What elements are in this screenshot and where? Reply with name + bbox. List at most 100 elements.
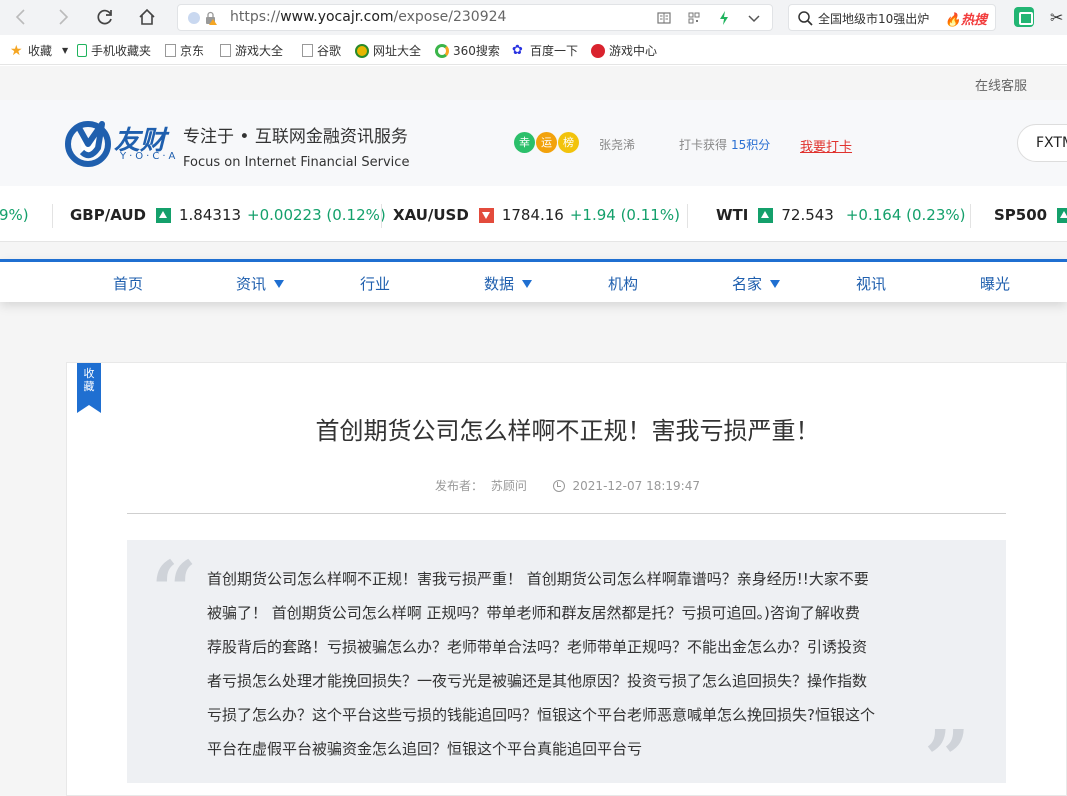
- bookmark-jd[interactable]: 京东: [165, 42, 204, 59]
- lightning-icon[interactable]: [716, 10, 732, 26]
- url-text[interactable]: https://www.yocajr.com/expose/230924: [230, 9, 506, 25]
- article-title: 首创期货公司怎么样啊不正规！害我亏损严重！: [315, 417, 820, 445]
- url-scheme: https://: [230, 9, 281, 25]
- author-name: 苏顾问: [490, 479, 527, 493]
- reader-mode-icon[interactable]: [656, 10, 672, 26]
- dropdown-caret-icon[interactable]: ▼: [62, 46, 68, 55]
- bookmark-label: 游戏大全: [235, 44, 284, 58]
- browser-search-box[interactable]: 全国地级市10强出炉 🔥热搜: [788, 4, 996, 31]
- down-arrow-icon: [478, 207, 494, 223]
- bookmark-label: 手机收藏夹: [91, 44, 152, 58]
- lucky-char: 幸: [514, 132, 535, 153]
- ticker-item[interactable]: GBP/AUD 1.84313 +0.00223 (0.12%): [70, 206, 386, 224]
- ticker-change: +0.164 (0.23%): [845, 206, 966, 224]
- chevron-down-icon[interactable]: [746, 10, 762, 26]
- lucky-ranking-badge[interactable]: 幸 运 榜: [514, 132, 580, 153]
- ticker-price: 1.84313: [179, 206, 242, 224]
- checkin-info: 打卡获得 15积分: [679, 136, 770, 153]
- forward-icon[interactable]: [50, 4, 76, 30]
- nav-label: 视讯: [856, 275, 887, 293]
- favorite-badge[interactable]: 收藏: [77, 363, 101, 413]
- nav-data[interactable]: 数据: [484, 273, 533, 294]
- search-icon: [798, 11, 813, 26]
- yoca-logo-icon: [65, 121, 111, 167]
- summary-line: 者亏损怎么处理才能挽回损失？一夜亏光是被骗还是其他原因？投资亏损了怎么追回损失？…: [207, 672, 868, 690]
- ticker-item[interactable]: SP500: [994, 206, 1067, 224]
- extension-book-icon[interactable]: [1014, 7, 1034, 27]
- publish-datetime: 2021-12-07 18:19:47: [572, 479, 700, 493]
- bookmark-hao[interactable]: 网址大全: [355, 42, 421, 59]
- bookmark-game-center[interactable]: 游戏中心: [591, 42, 657, 59]
- qr-code-icon[interactable]: [686, 10, 702, 26]
- ticker-divider: [970, 204, 971, 228]
- page-viewport: 在线客服 友财 Y·O·C·A 专注于 • 互联网金融资讯服务 Focus on…: [0, 66, 1067, 796]
- nav-institutions[interactable]: 机构: [608, 273, 638, 294]
- nav-exposure[interactable]: 曝光: [980, 273, 1010, 294]
- nav-label: 名家: [732, 275, 763, 293]
- baidu-paw-icon: ✿: [512, 42, 523, 58]
- online-service-link[interactable]: 在线客服: [975, 75, 1027, 94]
- caret-down-icon: [770, 279, 781, 288]
- author-label: 发布者：: [435, 479, 484, 493]
- bookmark-label: 360搜索: [453, 44, 500, 58]
- nav-industry[interactable]: 行业: [360, 273, 390, 294]
- hao-logo-icon: [355, 43, 369, 58]
- site-logo[interactable]: 友财 Y·O·C·A: [64, 116, 175, 170]
- bookmark-label: 京东: [180, 44, 205, 58]
- nav-experts[interactable]: 名家: [732, 273, 781, 294]
- nav-label: 首页: [113, 275, 144, 293]
- home-icon[interactable]: [134, 4, 160, 30]
- page-icon: [220, 44, 231, 57]
- bookmark-label: 谷歌: [317, 44, 342, 58]
- site-info-icon[interactable]: [188, 12, 200, 24]
- logo-text-en: Y·O·C·A: [120, 151, 179, 162]
- summary-line: 亏损了怎么办？这个平台这些亏损的钱能追回吗？恒银这个平台老师恶意喊单怎么挽回损失…: [207, 706, 875, 724]
- fxtm-button[interactable]: FXTM: [1017, 124, 1067, 162]
- hot-search-label: 热搜: [960, 13, 987, 28]
- nav-video[interactable]: 视讯: [856, 273, 886, 294]
- bookmark-mobile-favorites[interactable]: 手机收藏夹: [77, 42, 151, 59]
- url-domain: www.yocajr.com: [280, 9, 394, 25]
- ticker-symbol: SP500: [994, 206, 1048, 224]
- bookmark-google[interactable]: 谷歌: [302, 42, 341, 59]
- ticker-price: 1784.16: [501, 206, 564, 224]
- article-card: 收藏 首创期货公司怎么样啊不正规！害我亏损严重！ 发布者： 苏顾问 2021-1…: [66, 362, 1067, 796]
- warning-lock-icon[interactable]: [204, 11, 218, 25]
- game-center-icon: [591, 43, 605, 58]
- caret-down-icon: [522, 279, 533, 288]
- bookmark-favorites[interactable]: ★ 收藏 ▼: [10, 42, 68, 59]
- checkin-points[interactable]: 15积分: [731, 138, 770, 152]
- page-icon: [165, 44, 176, 57]
- bookmark-baidu[interactable]: ✿ 百度一下: [512, 42, 578, 59]
- ticker-symbol: GBP/AUD: [70, 206, 146, 224]
- summary-line: 被骗了！ 首创期货公司怎么样啊 正规吗？带单老师和群友居然都是托？亏损可追回。)…: [207, 604, 860, 622]
- browser-toolbar: https://www.yocajr.com/expose/230924 全国地…: [0, 0, 1067, 35]
- ticker-item[interactable]: WTI 72.543 +0.164 (0.23%): [716, 206, 966, 224]
- nav-label: 曝光: [980, 275, 1011, 293]
- user-name[interactable]: 张尧浠: [599, 136, 635, 153]
- tagline-cn: 专注于 • 互联网金融资讯服务: [183, 127, 408, 147]
- ticker-item[interactable]: XAU/USD 1784.16 +1.94 (0.11%): [393, 206, 680, 224]
- bookmark-360search[interactable]: 360搜索: [435, 42, 500, 59]
- scissors-icon[interactable]: ✂: [1050, 8, 1067, 27]
- 360-logo-icon: [435, 43, 449, 58]
- bookmark-games[interactable]: 游戏大全: [220, 42, 283, 59]
- flame-icon: 🔥: [944, 13, 961, 28]
- address-bar[interactable]: https://www.yocajr.com/expose/230924: [177, 4, 773, 31]
- reload-icon[interactable]: [92, 4, 118, 30]
- nav-label: 机构: [608, 275, 639, 293]
- hot-search-badge[interactable]: 🔥热搜: [941, 9, 987, 28]
- nav-label: 资讯: [236, 275, 267, 293]
- lucky-char: 运: [536, 132, 557, 153]
- ticker-partial-change: 9%): [0, 206, 29, 224]
- top-strip: 在线客服: [0, 66, 1067, 100]
- nav-news[interactable]: 资讯: [236, 273, 285, 294]
- ticker-price: 72.543: [781, 206, 834, 224]
- search-query-text[interactable]: 全国地级市10强出炉: [818, 10, 938, 27]
- price-ticker: 9%) GBP/AUD 1.84313 +0.00223 (0.12%) XAU…: [0, 186, 1067, 242]
- nav-home[interactable]: 首页: [113, 273, 143, 294]
- back-icon[interactable]: [8, 4, 34, 30]
- checkin-link[interactable]: 我要打卡: [800, 136, 852, 155]
- site-tagline: 专注于 • 互联网金融资讯服务 Focus on Internet Financ…: [183, 122, 409, 170]
- bookmark-label: 收藏: [28, 44, 53, 58]
